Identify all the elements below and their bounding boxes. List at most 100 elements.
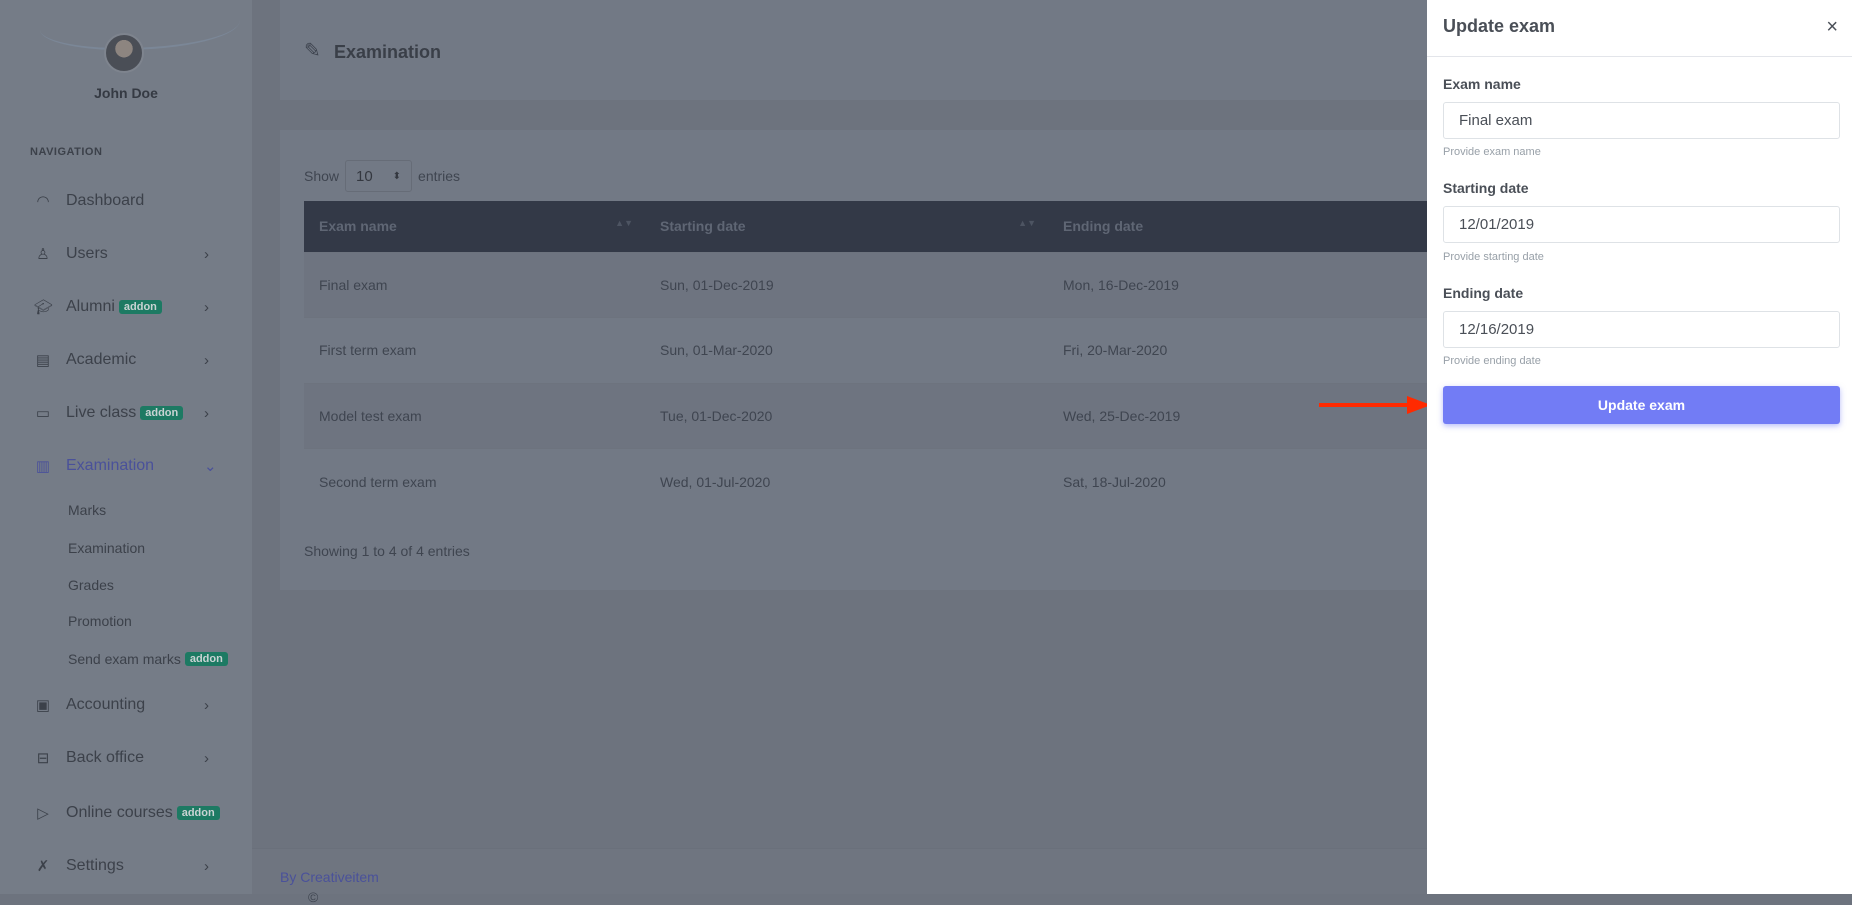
table-row[interactable]: First term exam Sun, 01-Mar-2020 Fri, 20-M…: [304, 317, 1428, 383]
sidebar-item-back-office[interactable]: ⊟ Back office ›: [0, 743, 252, 773]
copyright: ©: [308, 889, 319, 905]
sidebar-item-examination[interactable]: ▥ Examination ⌄: [0, 451, 252, 481]
table-row[interactable]: Second term exam Wed, 01-Jul-2020 Sat, 18-…: [304, 448, 1428, 514]
sidebar-item-label: Alumni: [66, 298, 115, 315]
sidebar-item-label: Back office: [66, 749, 144, 766]
graduation-cap-icon: 🎓︎: [34, 299, 54, 316]
sidebar-item-academic[interactable]: ▤ Academic ›: [0, 345, 252, 375]
sort-updown-icon: ⬍: [392, 170, 402, 182]
annotation-arrow: [1319, 396, 1431, 414]
sidebar-item-online-courses[interactable]: ▷ Online courses addon: [0, 798, 252, 828]
subitem-label: Promotion: [68, 613, 132, 629]
sidebar-item-label: Accounting: [66, 696, 146, 713]
sort-icon: ▲▼: [615, 218, 633, 229]
clipboard-icon: ▥: [35, 458, 51, 475]
avatar[interactable]: [104, 33, 144, 73]
pencil-icon: ✎: [304, 40, 321, 62]
panel-title: Update exam: [1443, 16, 1556, 36]
sidebar-item-live-class[interactable]: ▭ Live class addon ›: [0, 398, 252, 428]
sidebar-item-accounting[interactable]: ▣ Accounting ›: [0, 690, 252, 720]
sidebar-subitem-send-exam-marks[interactable]: Send exam marks addon: [68, 651, 228, 667]
ending-date-input[interactable]: [1443, 311, 1840, 348]
column-header-exam-name[interactable]: Exam name ▲▼: [304, 201, 645, 252]
exam-name-help: Provide exam name: [1443, 146, 1541, 158]
addon-badge: addon: [140, 406, 184, 420]
sidebar-subitem-marks[interactable]: Marks: [68, 502, 106, 518]
tools-icon: ✗: [36, 858, 50, 875]
exam-name-label: Exam name: [1443, 76, 1521, 92]
sidebar-item-label: Examination: [66, 457, 155, 474]
subitem-label: Examination: [68, 540, 146, 556]
table-cell: Sat, 18-Jul-2020: [1048, 448, 1428, 514]
dashboard-icon: ◠: [36, 193, 50, 210]
update-exam-button[interactable]: Update exam: [1443, 386, 1840, 424]
footer: © By Creativeitem: [252, 848, 1428, 905]
sidebar-item-label: Users: [66, 245, 108, 262]
chevron-down-icon: ⌄: [204, 458, 217, 475]
starting-date-label: Starting date: [1443, 180, 1529, 196]
column-header-starting-date[interactable]: Starting date ▲▼: [645, 201, 1048, 252]
chevron-right-icon: ›: [204, 351, 209, 369]
table-cell: Wed, 25-Dec-2019: [1048, 382, 1428, 449]
page-header: [280, 0, 1428, 100]
sort-icon: ▲▼: [1018, 218, 1036, 229]
column-label: Exam name: [319, 218, 397, 235]
table-cell: Sun, 01-Mar-2020: [645, 317, 1048, 383]
sidebar-item-dashboard[interactable]: ◠ Dashboard: [0, 186, 252, 216]
table-cell: Fri, 20-Mar-2020: [1048, 317, 1428, 383]
page-size-value: 10: [356, 167, 373, 185]
sidebar-subitem-examination[interactable]: Examination: [68, 540, 145, 556]
user-name: John Doe: [94, 85, 158, 101]
table-cell: Final exam: [304, 251, 645, 318]
column-header-ending-date[interactable]: Ending date: [1048, 201, 1428, 252]
table-row[interactable]: Model test exam Tue, 01-Dec-2020 Wed, 25-D…: [304, 382, 1428, 449]
briefcase-icon: ▣: [35, 697, 51, 714]
sidebar-item-label: Academic: [66, 351, 137, 368]
chevron-right-icon: ›: [204, 857, 209, 875]
page-title: Examination: [334, 42, 442, 62]
table-cell: Tue, 01-Dec-2020: [645, 382, 1048, 449]
sidebar-item-settings[interactable]: ✗ Settings ›: [0, 851, 252, 881]
addon-badge: addon: [118, 300, 162, 314]
column-label: Ending date: [1063, 218, 1144, 235]
footer-link[interactable]: By Creativeitem: [280, 869, 379, 885]
starting-date-input[interactable]: [1443, 206, 1840, 243]
sidebar-subitem-promotion[interactable]: Promotion: [68, 613, 132, 629]
close-icon[interactable]: ×: [1826, 16, 1838, 39]
ending-date-help: Provide ending date: [1443, 355, 1541, 367]
sidebar-item-label: Settings: [66, 857, 124, 874]
basket-icon: ⊟: [36, 750, 50, 767]
sidebar-item-alumni[interactable]: 🎓︎ Alumni addon ›: [0, 292, 252, 322]
table-cell: Model test exam: [304, 382, 645, 449]
sidebar-item-label: Online courses: [66, 804, 173, 821]
table-cell: Sun, 01-Dec-2019: [645, 251, 1048, 318]
sidebar-item-users[interactable]: ♙ Users ›: [0, 239, 252, 269]
table-cell: First term exam: [304, 317, 645, 383]
addon-badge: addon: [176, 806, 220, 820]
table-cell: Second term exam: [304, 448, 645, 514]
page-size-select[interactable]: 10 ⬍: [345, 160, 413, 192]
sidebar-subitem-grades[interactable]: Grades: [68, 577, 114, 593]
chevron-right-icon: ›: [204, 404, 209, 422]
user-icon: ♙: [36, 246, 50, 263]
nav-heading: NAVIGATION: [30, 146, 103, 158]
subitem-label: Grades: [68, 577, 114, 593]
table-row[interactable]: Final exam Sun, 01-Dec-2019 Mon, 16-Dec-20…: [304, 251, 1428, 318]
ending-date-label: Ending date: [1443, 285, 1524, 301]
update-exam-panel: Update exam × Exam name Provide exam nam…: [1427, 0, 1852, 894]
addon-badge: addon: [184, 652, 228, 666]
subitem-label: Send exam marks: [68, 651, 181, 667]
show-label: Show: [304, 168, 340, 184]
sidebar-item-label: Dashboard: [66, 192, 145, 209]
video-icon: ▭: [35, 405, 51, 422]
divider: [1427, 56, 1852, 57]
page-size-control: Show 10 ⬍ entries: [304, 160, 460, 192]
play-icon: ▷: [37, 805, 49, 822]
chevron-right-icon: ›: [204, 696, 209, 714]
sidebar-item-label: Live class: [66, 404, 137, 421]
building-icon: ▤: [35, 352, 51, 369]
exam-name-input[interactable]: [1443, 102, 1840, 139]
table-info: Showing 1 to 4 of 4 entries: [304, 543, 470, 559]
chevron-right-icon: ›: [204, 245, 209, 263]
starting-date-help: Provide starting date: [1443, 251, 1544, 263]
